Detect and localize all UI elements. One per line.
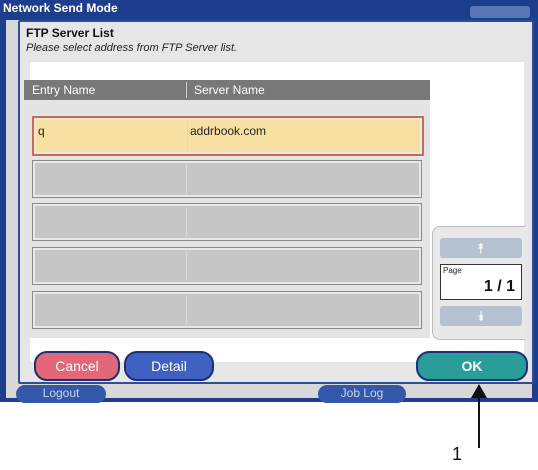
page-down-button[interactable]: ⯯ (440, 306, 522, 326)
row-divider (186, 164, 187, 194)
list-row[interactable] (32, 203, 422, 241)
list-row[interactable] (32, 247, 422, 285)
page-label: Page (443, 266, 462, 275)
row-divider (186, 251, 187, 281)
list-row[interactable] (32, 291, 422, 329)
column-entry-name: Entry Name (32, 83, 96, 97)
window-status-bar (470, 6, 530, 18)
row-divider (186, 207, 187, 237)
double-chevron-down-icon: ⯯ (476, 308, 486, 324)
double-chevron-up-icon: ⯭ (476, 240, 486, 256)
dialog-subtitle: Please select address from FTP Server li… (26, 42, 238, 54)
dialog-title: FTP Server List (26, 26, 114, 40)
row-entry-name: q (38, 124, 45, 138)
row-server-name: addrbook.com (190, 124, 267, 138)
ok-button[interactable]: OK (416, 351, 528, 381)
list-row-selected[interactable]: q addrbook.com (32, 116, 424, 156)
callout-line (478, 390, 480, 448)
row-divider (187, 121, 188, 151)
detail-button[interactable]: Detail (124, 351, 214, 381)
list-row[interactable] (32, 160, 422, 198)
job-log-button[interactable]: Job Log (318, 385, 406, 403)
page-indicator: Page 1 / 1 (440, 264, 522, 300)
row-divider (186, 295, 187, 325)
callout-number: 1 (452, 444, 463, 464)
column-server-name: Server Name (194, 83, 265, 97)
cancel-button[interactable]: Cancel (34, 351, 120, 381)
page-value: 1 / 1 (483, 278, 515, 295)
window-title: Network Send Mode (3, 1, 118, 15)
column-divider (186, 82, 187, 98)
list-header: Entry Name Server Name (24, 80, 430, 100)
logout-button[interactable]: Logout (16, 385, 106, 403)
page-up-button[interactable]: ⯭ (440, 238, 522, 258)
